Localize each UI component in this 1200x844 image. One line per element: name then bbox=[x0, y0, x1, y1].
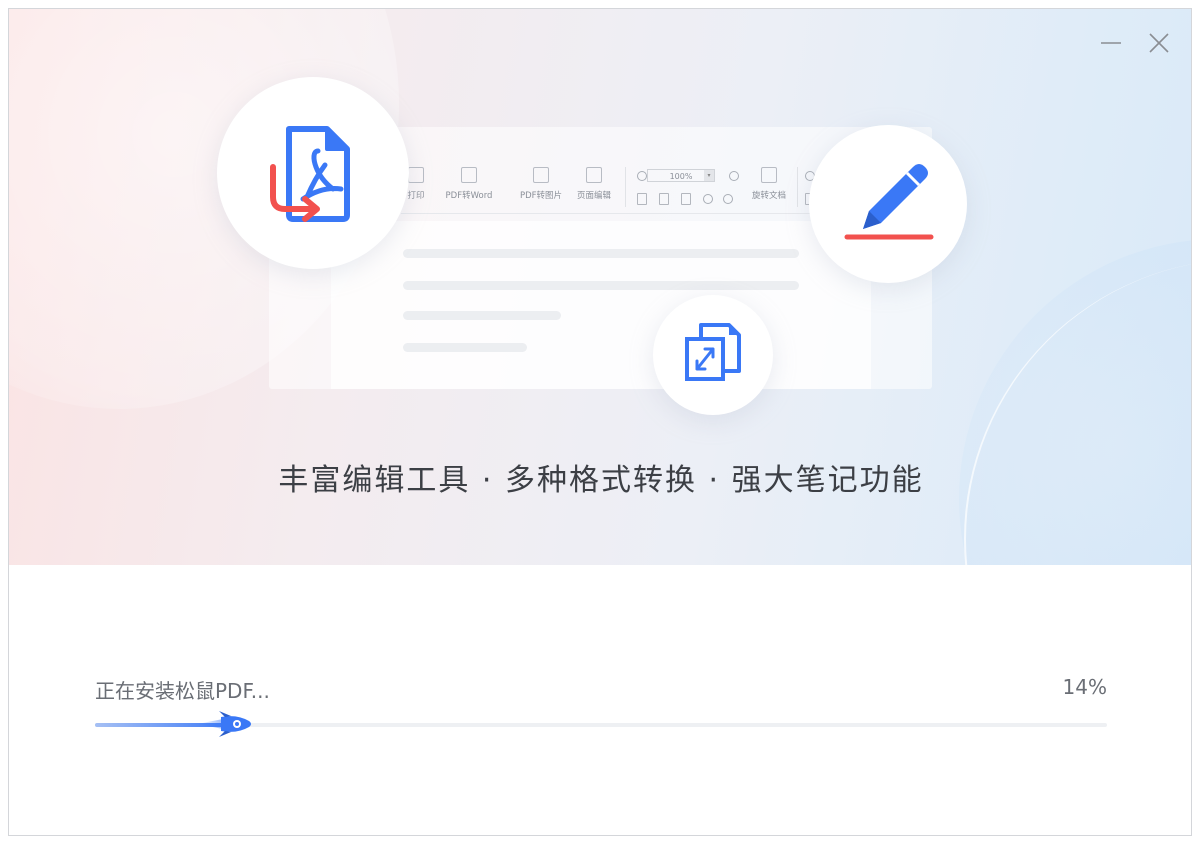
actual-size-icon bbox=[681, 193, 691, 205]
rocket-icon bbox=[196, 711, 251, 737]
preview-text-line bbox=[403, 343, 527, 352]
close-icon bbox=[1149, 33, 1169, 53]
hero-banner: 打印 PDF转Word PDF转图片 页面编辑 100% ▾ 旋转文档 丰富编辑… bbox=[9, 9, 1191, 565]
fit-width-icon bbox=[659, 193, 669, 205]
convert-feature-bubble bbox=[217, 77, 409, 269]
feature-slogan: 丰富编辑工具 · 多种格式转换 · 强大笔记功能 bbox=[278, 463, 924, 498]
page-grid-icon bbox=[586, 167, 602, 183]
toolbar-divider bbox=[625, 167, 626, 207]
zoom-in-icon bbox=[729, 171, 739, 181]
chevron-down-icon: ▾ bbox=[704, 170, 714, 181]
pen-annotate-icon bbox=[844, 164, 934, 240]
preview-text-line bbox=[403, 311, 561, 320]
rotate-document-icon bbox=[761, 167, 777, 183]
preview-tool-page-edit: 页面编辑 bbox=[571, 161, 617, 213]
zoom-out-icon bbox=[637, 171, 647, 181]
installer-window: 打印 PDF转Word PDF转图片 页面编辑 100% ▾ 旋转文档 丰富编辑… bbox=[8, 8, 1192, 836]
word-file-icon bbox=[461, 167, 477, 183]
minimize-icon bbox=[1101, 42, 1121, 44]
install-percent-text: 14% bbox=[1062, 675, 1107, 699]
minimize-button[interactable] bbox=[1099, 31, 1123, 55]
printer-icon bbox=[408, 167, 424, 183]
preview-toolbar: 打印 PDF转Word PDF转图片 页面编辑 100% ▾ 旋转文档 bbox=[401, 161, 871, 214]
rotate-right-icon bbox=[723, 194, 733, 204]
app-preview-document bbox=[331, 221, 871, 389]
install-status-text: 正在安装松鼠PDF... bbox=[95, 679, 270, 703]
edit-feature-bubble bbox=[653, 295, 773, 415]
file-resize-icon bbox=[685, 323, 741, 381]
toolbar-divider bbox=[797, 167, 798, 207]
preview-text-line bbox=[403, 281, 799, 290]
preview-tool-pdf-to-image: PDF转图片 bbox=[513, 161, 569, 213]
zoom-level-box: 100% ▾ bbox=[647, 169, 715, 182]
fit-page-icon bbox=[637, 193, 647, 205]
pdf-convert-icon bbox=[270, 126, 350, 222]
rotate-left-icon bbox=[703, 194, 713, 204]
note-feature-bubble bbox=[809, 125, 967, 283]
preview-tool-pdf-to-word: PDF转Word bbox=[441, 161, 497, 213]
close-button[interactable] bbox=[1147, 31, 1171, 55]
image-file-icon bbox=[533, 167, 549, 183]
preview-text-line bbox=[403, 249, 799, 258]
preview-tool-rotate: 旋转文档 bbox=[747, 161, 791, 213]
